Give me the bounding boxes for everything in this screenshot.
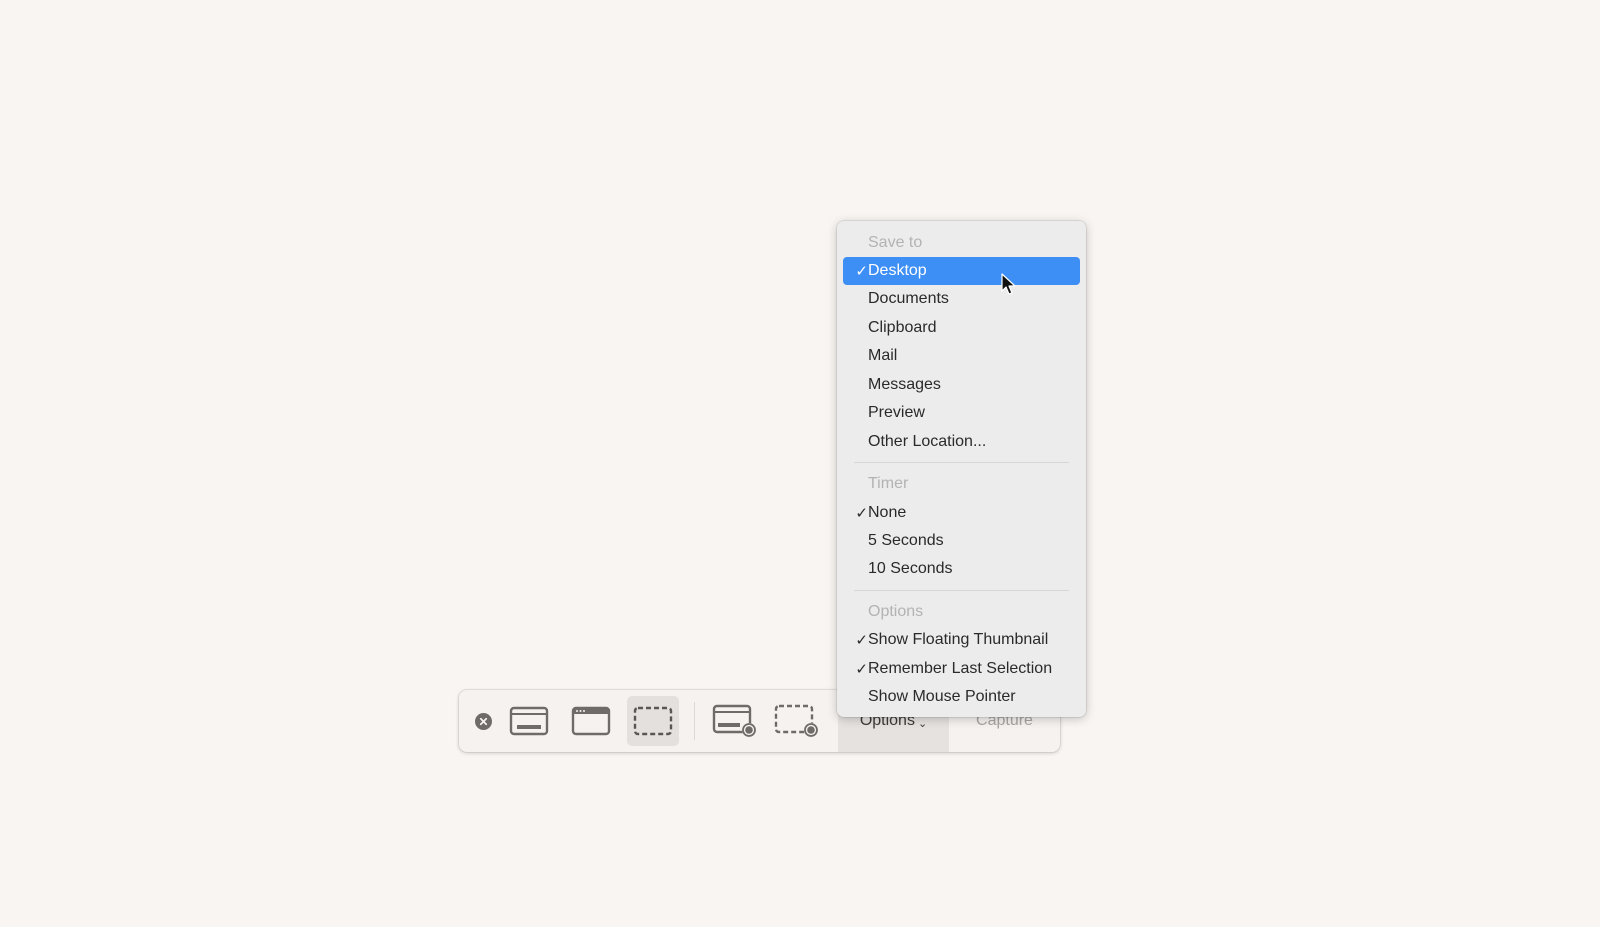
dashed-selection-icon bbox=[633, 706, 673, 736]
menu-item-clipboard[interactable]: Clipboard bbox=[843, 314, 1080, 342]
record-entire-screen-button[interactable] bbox=[709, 696, 761, 746]
screen-record-icon bbox=[712, 704, 756, 737]
window-icon bbox=[571, 706, 611, 736]
menu-item-remember-last-selection[interactable]: ✓ Remember Last Selection bbox=[843, 655, 1080, 683]
menu-item-none[interactable]: ✓ None bbox=[843, 499, 1080, 527]
menu-item-show-mouse-pointer[interactable]: Show Mouse Pointer bbox=[843, 683, 1080, 711]
toolbar-divider bbox=[694, 702, 695, 740]
menu-item-messages[interactable]: Messages bbox=[843, 371, 1080, 399]
record-selected-portion-button[interactable] bbox=[771, 696, 823, 746]
menu-item-documents[interactable]: Documents bbox=[843, 285, 1080, 313]
menu-item-preview[interactable]: Preview bbox=[843, 399, 1080, 427]
capture-selected-portion-button[interactable] bbox=[627, 696, 679, 746]
selection-record-icon bbox=[774, 704, 818, 737]
menu-header-save-to: Save to bbox=[868, 234, 923, 251]
screen-icon bbox=[509, 706, 549, 736]
options-menu: Save to ✓ Desktop Documents Clipboard Ma… bbox=[837, 221, 1086, 717]
menu-item-5-seconds[interactable]: 5 Seconds bbox=[843, 527, 1080, 555]
check-icon: ✓ bbox=[855, 505, 868, 522]
check-icon: ✓ bbox=[855, 632, 868, 649]
menu-item-other-location[interactable]: Other Location... bbox=[843, 428, 1080, 456]
menu-item-show-floating-thumbnail[interactable]: ✓ Show Floating Thumbnail bbox=[843, 626, 1080, 654]
menu-item-10-seconds[interactable]: 10 Seconds bbox=[843, 555, 1080, 583]
capture-selected-window-button[interactable] bbox=[565, 696, 617, 746]
check-icon: ✓ bbox=[855, 661, 868, 678]
mouse-cursor-icon bbox=[1001, 273, 1016, 295]
menu-header-options: Options bbox=[868, 603, 924, 620]
menu-separator bbox=[854, 590, 1069, 591]
menu-item-mail[interactable]: Mail bbox=[843, 342, 1080, 370]
menu-item-desktop[interactable]: ✓ Desktop bbox=[843, 257, 1080, 285]
menu-separator bbox=[854, 462, 1069, 463]
capture-entire-screen-button[interactable] bbox=[503, 696, 555, 746]
chevron-down-icon: ⌄ bbox=[917, 717, 928, 730]
check-icon: ✓ bbox=[855, 263, 868, 280]
close-icon[interactable] bbox=[475, 713, 492, 730]
menu-header-timer: Timer bbox=[868, 475, 909, 492]
